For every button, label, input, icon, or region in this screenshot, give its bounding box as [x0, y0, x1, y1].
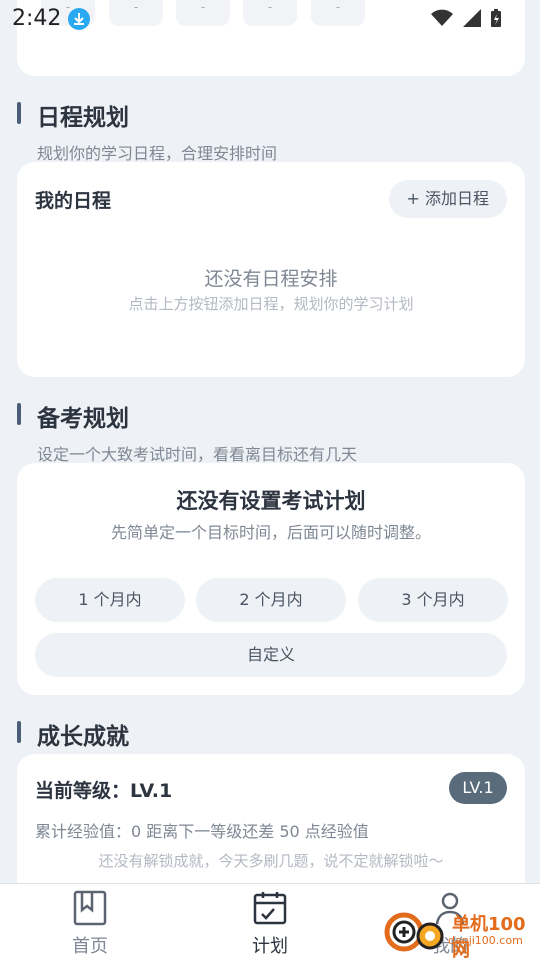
my-schedule-title: 我的日程	[35, 190, 112, 212]
current-level-label: 当前等级：LV.1	[35, 780, 173, 802]
watermark-subtext: danji100.com	[448, 934, 523, 947]
signal-icon	[463, 9, 481, 27]
schedule-section-desc: 规划你的学习日程，合理安排时间	[37, 144, 278, 163]
exam-section-desc: 设定一个大致考试时间，看看离目标还有几天	[37, 445, 358, 464]
exam-card-subtitle: 先简单定一个目标时间，后面可以随时调整。	[110, 523, 431, 542]
watermark: 单机100网 danji100.com	[382, 906, 532, 960]
schedule-card: 我的日程 + 添加日程 还没有日程安排 点击上方按钮添加日程，规划你的学习计划	[17, 162, 525, 377]
exam-card: 还没有设置考试计划 先简单定一个目标时间，后面可以随时调整。 1 个月内 2 个…	[17, 463, 525, 695]
exam-card-title: 还没有设置考试计划	[176, 489, 366, 513]
nav-label-plan: 计划	[252, 936, 288, 957]
option-3-month-button[interactable]: 3 个月内	[358, 578, 508, 622]
watermark-logo-icon	[384, 912, 444, 952]
status-icons	[430, 8, 502, 28]
growth-section-title: 成长成就	[17, 717, 129, 751]
achievement-empty-text: 还没有解锁成就，今天多刷几题，说不定就解锁啦～	[98, 852, 444, 870]
experience-text: 累计经验值：0 距离下一等级还差 50 点经验值	[35, 822, 369, 841]
level-badge: LV.1	[449, 772, 507, 804]
schedule-empty-subtitle: 点击上方按钮添加日程，规划你的学习计划	[128, 295, 414, 313]
schedule-empty-title: 还没有日程安排	[204, 268, 338, 290]
nav-item-plan[interactable]: 计划	[210, 890, 330, 958]
option-2-month-button[interactable]: 2 个月内	[196, 578, 346, 622]
wifi-icon	[431, 9, 453, 26]
battery-icon	[491, 9, 501, 27]
exam-section-title: 备考规划	[17, 399, 129, 433]
nav-label-home: 首页	[72, 936, 108, 957]
add-schedule-button[interactable]: + 添加日程	[388, 180, 507, 218]
download-icon	[68, 8, 90, 30]
option-1-month-button[interactable]: 1 个月内	[35, 578, 185, 622]
status-bar: 2:42	[0, 0, 540, 36]
status-time: 2:42	[12, 6, 62, 31]
schedule-section-title: 日程规划	[17, 98, 129, 132]
calendar-icon	[253, 892, 287, 925]
custom-option-button[interactable]: 自定义	[35, 633, 507, 677]
book-icon	[73, 890, 107, 926]
nav-item-home[interactable]: 首页	[30, 890, 150, 958]
